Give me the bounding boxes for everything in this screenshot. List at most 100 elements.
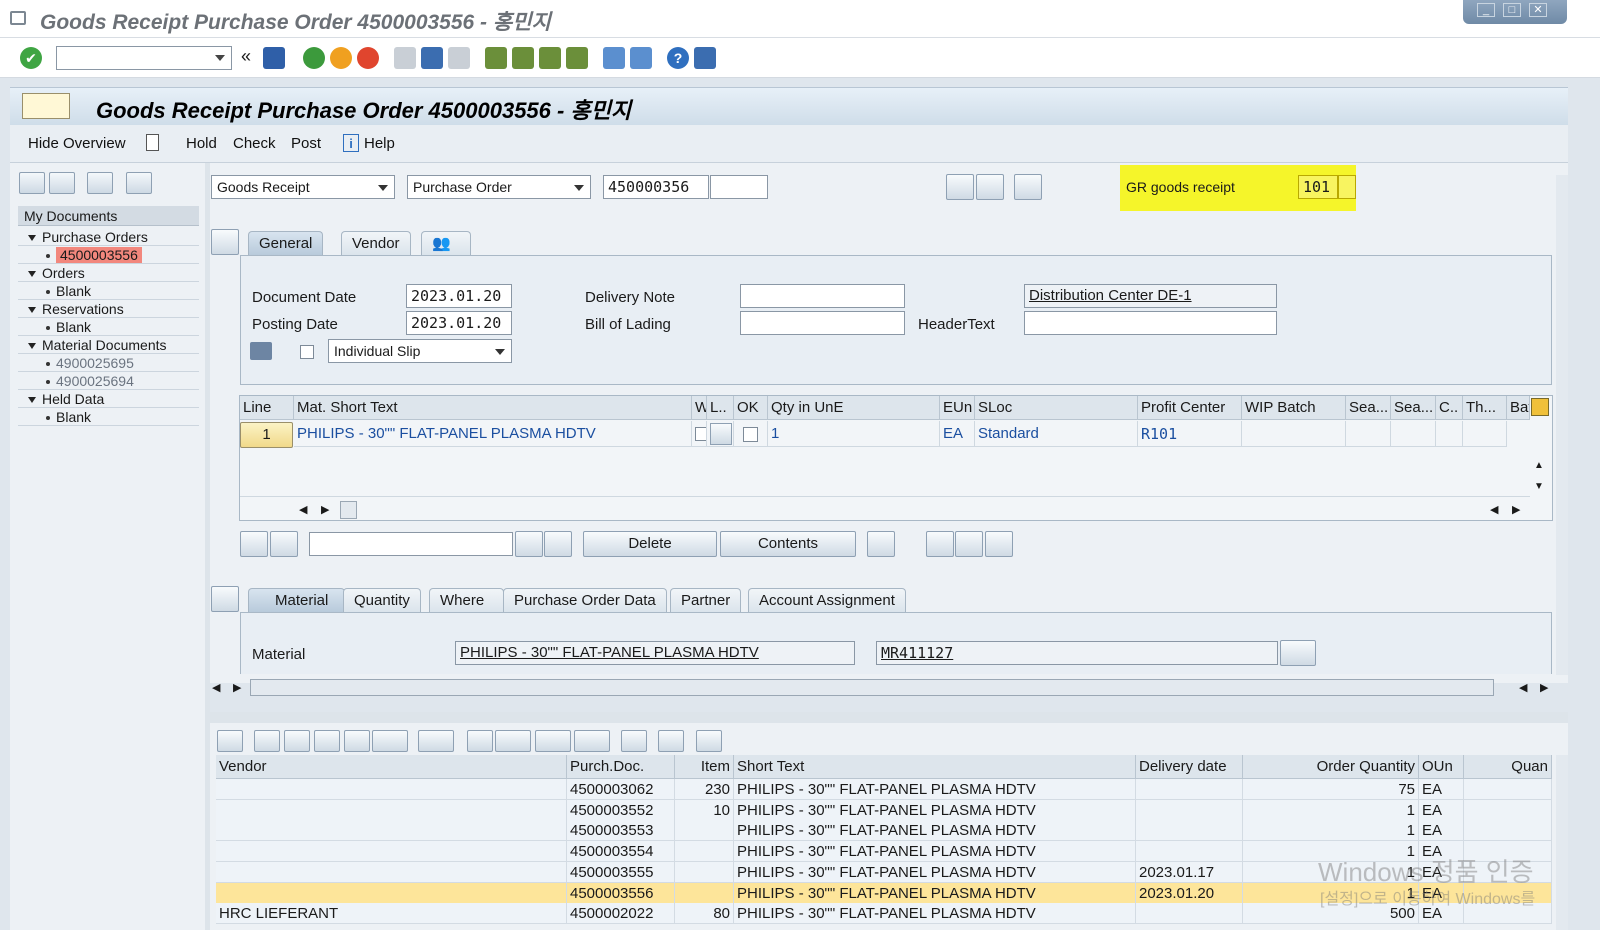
find-next-icon[interactable] xyxy=(544,531,572,557)
layout-icon[interactable] xyxy=(574,730,610,752)
scroll-up-icon[interactable]: ▲ xyxy=(1534,460,1544,471)
tree-node-material-documents[interactable]: Material Documents xyxy=(18,336,199,354)
tab-quantity[interactable]: Quantity xyxy=(343,588,421,612)
new-session-icon[interactable] xyxy=(603,47,625,69)
grid-header-w[interactable]: W xyxy=(692,396,707,420)
details-icon[interactable] xyxy=(985,531,1013,557)
po-list-cell-item[interactable] xyxy=(675,820,734,842)
document-date-input[interactable]: 2023.01.20 xyxy=(406,284,512,308)
tab-general[interactable]: General xyxy=(248,231,324,255)
chevron-down-icon[interactable] xyxy=(378,185,388,191)
graphic-icon[interactable] xyxy=(658,730,684,752)
delivery-note-input[interactable] xyxy=(740,284,905,308)
horizontal-splitter[interactable] xyxy=(210,712,1568,723)
grid-header-profit-center[interactable]: Profit Center xyxy=(1138,396,1242,420)
reference-document-select[interactable]: Purchase Order xyxy=(407,175,591,199)
profit-center-cell[interactable]: R101 xyxy=(1138,421,1242,447)
fullscreen-icon[interactable] xyxy=(867,531,895,557)
last-page-icon[interactable] xyxy=(566,47,588,69)
po-list-cell-qty[interactable]: 1 xyxy=(1243,820,1419,842)
grid-header-sea1[interactable]: Sea... xyxy=(1346,396,1391,420)
close-overview-icon[interactable] xyxy=(126,172,152,194)
close-button[interactable]: ✕ xyxy=(1529,3,1547,17)
info-icon[interactable]: i xyxy=(343,134,359,152)
po-list-cell-oun[interactable]: EA xyxy=(1419,799,1464,821)
command-field[interactable] xyxy=(56,46,232,70)
po-list-cell-vendor[interactable] xyxy=(216,882,567,904)
find-icon[interactable] xyxy=(314,730,340,752)
po-list-cell-item[interactable] xyxy=(675,841,734,863)
grid-header-qty[interactable]: Qty in UnE xyxy=(768,396,940,420)
tab-where[interactable]: Where xyxy=(429,588,505,612)
po-list-cell-vendor[interactable] xyxy=(216,820,567,842)
cancel-icon[interactable] xyxy=(357,47,379,69)
po-list-cell-vendor[interactable] xyxy=(216,861,567,883)
collapse-icon[interactable]: « xyxy=(241,46,251,67)
next-page-icon[interactable] xyxy=(539,47,561,69)
po-list-cell-item[interactable]: 80 xyxy=(675,903,734,925)
tab-partner[interactable]: Partner xyxy=(670,588,742,612)
tree-node-reservations[interactable]: Reservations xyxy=(18,300,199,318)
grid-header-sea2[interactable]: Sea... xyxy=(1391,396,1436,420)
po-list-cell-doc[interactable]: 4500003062 xyxy=(567,779,675,800)
po-list-cell-text[interactable]: PHILIPS - 30"" FLAT-PANEL PLASMA HDTV xyxy=(734,779,1136,800)
find-icon[interactable] xyxy=(515,531,543,557)
sea1-cell[interactable] xyxy=(1346,421,1391,447)
help-icon[interactable]: ? xyxy=(667,47,689,69)
po-list-cell-doc[interactable]: 4500003553 xyxy=(567,820,675,842)
main-scroll-left-icon[interactable]: ◀ xyxy=(212,681,220,694)
copy-icon[interactable] xyxy=(710,423,732,446)
po-list-cell-vendor[interactable] xyxy=(216,841,567,863)
tree-node-orders[interactable]: Orders xyxy=(18,264,199,282)
shortcut-icon[interactable] xyxy=(630,47,652,69)
posting-date-input[interactable]: 2023.01.20 xyxy=(406,311,512,335)
collapse-triangle-icon[interactable] xyxy=(28,235,36,242)
action-select[interactable]: Goods Receipt xyxy=(211,175,395,199)
po-list-cell-date[interactable] xyxy=(1136,799,1243,821)
main-vertical-scrollbar[interactable] xyxy=(1556,175,1568,675)
po-list-cell-item[interactable]: 10 xyxy=(675,799,734,821)
po-list-cell-qty[interactable]: 75 xyxy=(1243,779,1419,800)
col-header-purch-doc[interactable]: Purch.Doc. xyxy=(567,755,675,779)
col-header-short-text[interactable]: Short Text xyxy=(734,755,1136,779)
po-list-cell-vendor[interactable]: HRC LIEFERANT xyxy=(216,903,567,925)
collapse-tree-icon[interactable] xyxy=(49,172,75,194)
tree-node-purchase-orders[interactable]: Purchase Orders xyxy=(18,228,199,246)
scroll-right-icon[interactable]: ▶ xyxy=(321,503,329,516)
material-copy-icon[interactable] xyxy=(1280,640,1316,666)
hide-overview-button[interactable]: Hide Overview xyxy=(28,135,126,152)
post-button[interactable]: Post xyxy=(291,135,321,152)
qty-cell[interactable]: 1 xyxy=(768,421,940,447)
grid-header-bat[interactable]: Bat xyxy=(1507,396,1530,420)
po-list-cell-text[interactable]: PHILIPS - 30"" FLAT-PANEL PLASMA HDTV xyxy=(734,903,1136,925)
delete-icon[interactable] xyxy=(87,172,113,194)
eun-cell[interactable]: EA xyxy=(940,421,975,447)
main-scroll-right-icon[interactable]: ▶ xyxy=(233,681,241,694)
sort-descending-icon[interactable] xyxy=(284,730,310,752)
detail-toggle-icon[interactable] xyxy=(211,586,239,612)
th-cell[interactable] xyxy=(1463,421,1507,447)
wip-batch-cell[interactable] xyxy=(1242,421,1346,447)
enter-icon[interactable]: ✔ xyxy=(20,47,42,69)
hold-button[interactable]: Hold xyxy=(186,135,217,152)
line-number-cell[interactable]: 1 xyxy=(240,422,293,448)
check-button[interactable]: Check xyxy=(233,135,276,152)
first-page-icon[interactable] xyxy=(485,47,507,69)
l-cell[interactable] xyxy=(707,421,734,447)
find-icon[interactable] xyxy=(421,47,443,69)
horizontal-scroll-thumb[interactable] xyxy=(340,501,357,519)
col-header-quan[interactable]: Quan xyxy=(1464,755,1552,779)
po-list-cell-date[interactable] xyxy=(1136,820,1243,842)
deselect-all-icon[interactable] xyxy=(270,531,298,557)
main-scroll-right-end-icon[interactable]: ▶ xyxy=(1540,681,1548,694)
mat-short-text-cell[interactable]: PHILIPS - 30"" FLAT-PANEL PLASMA HDTV xyxy=(294,421,692,447)
execute-icon[interactable] xyxy=(946,174,974,200)
po-list-cell-doc[interactable]: 4500003556 xyxy=(567,882,675,904)
main-scroll-left-end-icon[interactable]: ◀ xyxy=(1519,681,1527,694)
collapse-triangle-icon[interactable] xyxy=(28,397,36,404)
scroll-down-icon[interactable]: ▼ xyxy=(1534,481,1544,492)
export-icon[interactable] xyxy=(535,730,571,752)
tab-vendor[interactable]: Vendor xyxy=(341,231,411,255)
tree-leaf-md2[interactable]: 4900025694 xyxy=(18,372,199,390)
previous-page-icon[interactable] xyxy=(512,47,534,69)
